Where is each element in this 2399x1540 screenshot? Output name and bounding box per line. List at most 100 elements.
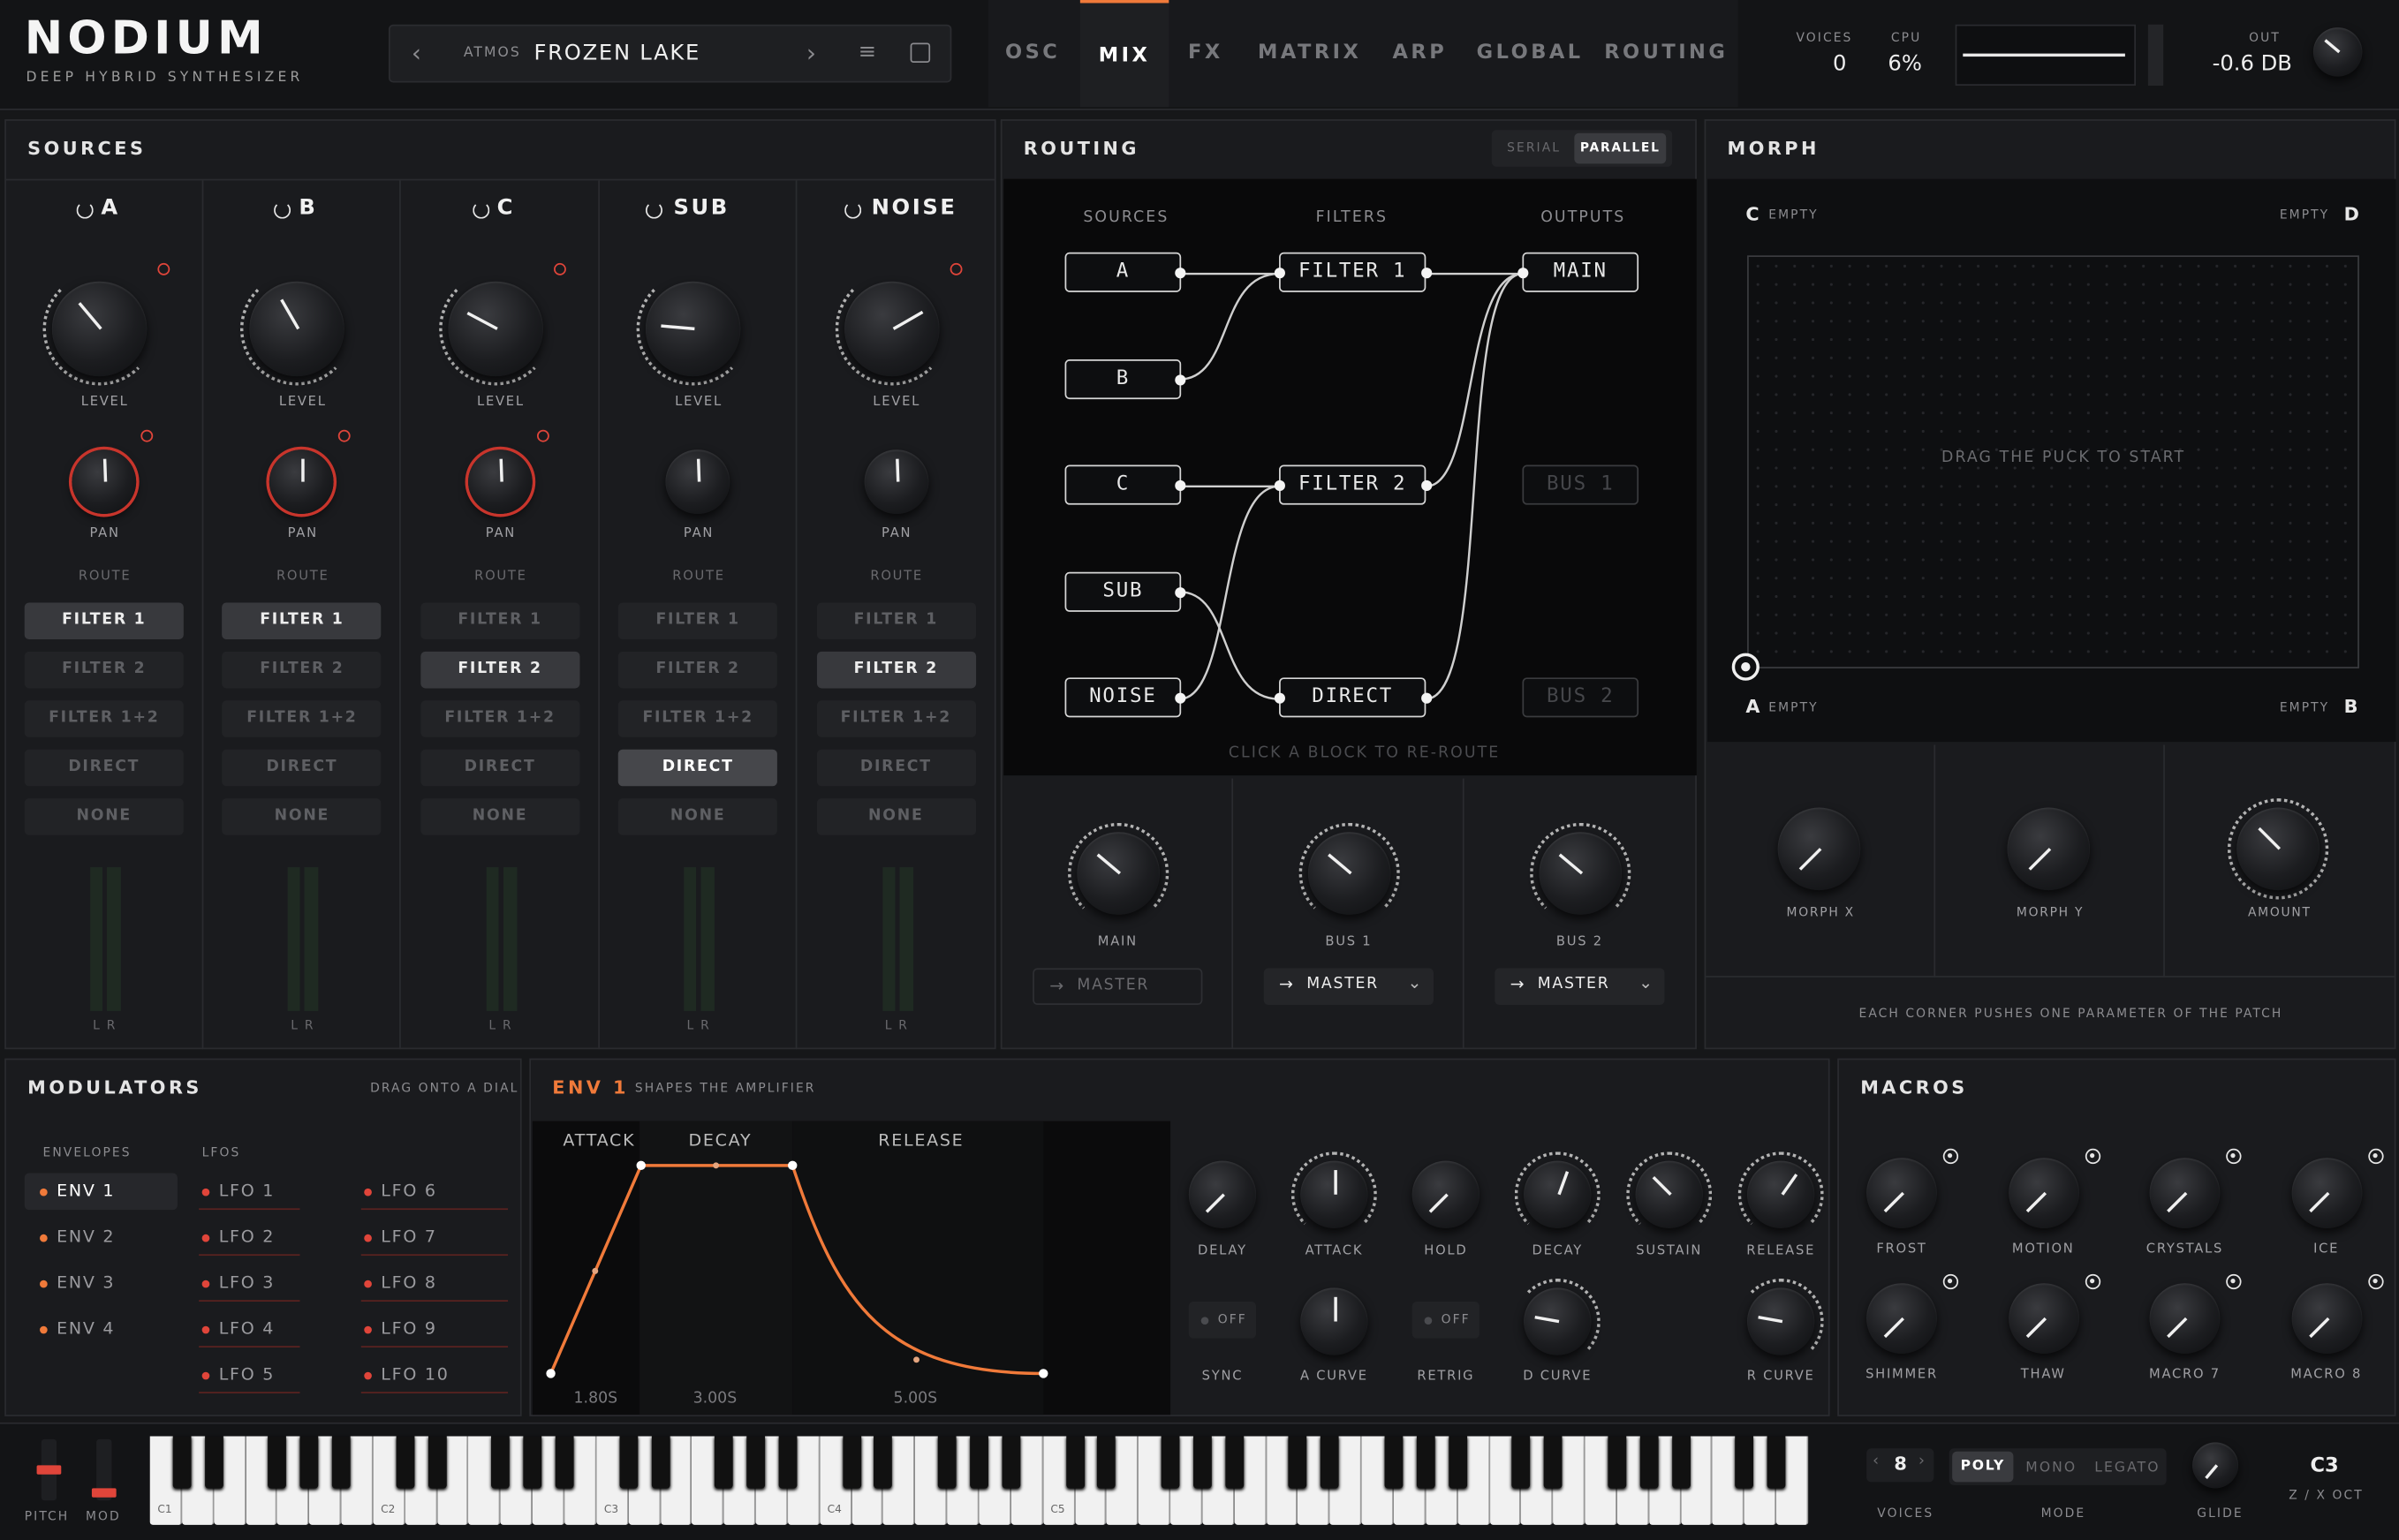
route-filter-1-2-button[interactable]: FILTER 1+2: [24, 700, 184, 737]
modulator-lfo-2[interactable]: LFO 2: [199, 1219, 300, 1257]
tab-arp[interactable]: ARP: [1380, 0, 1459, 107]
mod-target-icon[interactable]: [140, 429, 154, 442]
shimmer-macro-knob[interactable]: [1866, 1283, 1937, 1354]
modulator-lfo-7[interactable]: LFO 7: [360, 1219, 509, 1257]
node-output-bus2[interactable]: BUS 2: [1522, 677, 1639, 718]
black-key[interactable]: [523, 1436, 542, 1489]
tab-fx[interactable]: FX: [1172, 0, 1239, 107]
route-none-button[interactable]: NONE: [222, 798, 382, 835]
power-icon[interactable]: [274, 201, 291, 219]
next-preset-icon[interactable]: ›: [806, 38, 816, 67]
node-source-c[interactable]: C: [1064, 464, 1182, 505]
r-curve-knob[interactable]: [1747, 1287, 1815, 1355]
pan-knob[interactable]: [665, 449, 730, 514]
route-none-button[interactable]: NONE: [816, 798, 976, 835]
black-key[interactable]: [938, 1436, 957, 1489]
level-knob[interactable]: [250, 281, 345, 377]
morph-x-knob[interactable]: [1777, 807, 1861, 891]
morph-xy-pad[interactable]: DRAG THE PUCK TO START: [1747, 255, 2359, 668]
send-destination-dropdown[interactable]: MASTER →: [1033, 968, 1203, 1005]
modulator-env-2[interactable]: ENV 2: [25, 1219, 178, 1256]
mod-target-icon[interactable]: [2367, 1273, 2383, 1290]
voices-increment-icon[interactable]: ›: [1918, 1453, 1925, 1469]
modulator-env-4[interactable]: ENV 4: [25, 1310, 178, 1348]
level-knob[interactable]: [51, 281, 148, 377]
modulator-lfo-10[interactable]: LFO 10: [360, 1356, 509, 1393]
black-key[interactable]: [555, 1436, 574, 1489]
macro-8-macro-knob[interactable]: [2290, 1283, 2362, 1354]
route-none-button[interactable]: NONE: [420, 798, 580, 835]
black-key[interactable]: [1384, 1436, 1404, 1489]
power-icon[interactable]: [472, 201, 489, 219]
black-key[interactable]: [1065, 1436, 1085, 1489]
tab-osc[interactable]: OSC: [988, 0, 1077, 107]
pan-knob[interactable]: [863, 449, 928, 514]
black-key[interactable]: [1416, 1436, 1435, 1489]
send-destination-dropdown[interactable]: MASTER → ⌄: [1495, 968, 1665, 1005]
mod-target-icon[interactable]: [157, 262, 170, 276]
modulator-lfo-1[interactable]: LFO 1: [199, 1174, 300, 1211]
node-source-sub[interactable]: SUB: [1064, 571, 1182, 612]
route-filter-2-button[interactable]: FILTER 2: [618, 651, 778, 689]
black-key[interactable]: [1002, 1436, 1021, 1489]
sustain-knob[interactable]: [1635, 1160, 1703, 1228]
frost-macro-knob[interactable]: [1866, 1158, 1937, 1228]
black-key[interactable]: [331, 1436, 351, 1489]
thaw-macro-knob[interactable]: [2008, 1283, 2079, 1354]
piano-keyboard[interactable]: C1 C2 C3 C4 C5: [149, 1436, 1809, 1525]
route-filter-1-button[interactable]: FILTER 1: [618, 602, 778, 640]
pan-knob[interactable]: [72, 449, 137, 514]
node-source-noise[interactable]: NOISE: [1064, 677, 1182, 718]
power-icon[interactable]: [844, 201, 861, 219]
motion-macro-knob[interactable]: [2008, 1158, 2079, 1228]
level-knob[interactable]: [646, 281, 741, 377]
black-key[interactable]: [1289, 1436, 1307, 1489]
route-filter-1-button[interactable]: FILTER 1: [24, 602, 184, 640]
black-key[interactable]: [204, 1436, 223, 1489]
black-key[interactable]: [1097, 1436, 1116, 1489]
black-key[interactable]: [778, 1436, 798, 1489]
black-key[interactable]: [1544, 1436, 1563, 1489]
power-icon[interactable]: [646, 201, 663, 219]
pan-knob[interactable]: [467, 449, 533, 514]
route-none-button[interactable]: NONE: [24, 798, 184, 835]
hold-knob[interactable]: [1411, 1160, 1480, 1228]
black-key[interactable]: [396, 1436, 414, 1489]
route-filter-1-button[interactable]: FILTER 1: [222, 602, 382, 640]
mode-mono-button[interactable]: MONO: [2025, 1461, 2077, 1476]
a-curve-knob[interactable]: [1300, 1287, 1368, 1355]
node-filter-1[interactable]: FILTER 1: [1279, 252, 1427, 292]
tab-mix[interactable]: MIX: [1079, 0, 1169, 108]
route-direct-button[interactable]: DIRECT: [222, 749, 382, 787]
node-direct[interactable]: DIRECT: [1279, 677, 1427, 718]
level-knob[interactable]: [448, 281, 543, 377]
d-curve-knob[interactable]: [1524, 1287, 1592, 1355]
black-key[interactable]: [874, 1436, 893, 1489]
route-filter-1-2-button[interactable]: FILTER 1+2: [420, 700, 580, 737]
black-key[interactable]: [299, 1436, 319, 1489]
output-volume-knob[interactable]: [2312, 27, 2363, 77]
tab-routing[interactable]: ROUTING: [1597, 0, 1735, 107]
black-key[interactable]: [1511, 1436, 1531, 1489]
black-key[interactable]: [491, 1436, 511, 1489]
amount-knob[interactable]: [2236, 807, 2320, 891]
mode-legato-button[interactable]: LEGATO: [2094, 1461, 2160, 1476]
mod-target-icon[interactable]: [2084, 1273, 2100, 1290]
black-key[interactable]: [172, 1436, 192, 1489]
preset-name[interactable]: FROZEN LAKE: [534, 42, 701, 66]
black-key[interactable]: [651, 1436, 670, 1489]
black-key[interactable]: [1767, 1436, 1786, 1489]
black-key[interactable]: [1192, 1436, 1212, 1489]
black-key[interactable]: [1735, 1436, 1754, 1489]
delay-knob[interactable]: [1188, 1160, 1257, 1228]
modulator-lfo-6[interactable]: LFO 6: [360, 1174, 509, 1211]
mod-target-icon[interactable]: [2084, 1148, 2100, 1165]
envelope-graph[interactable]: ATTACK DECAY RELEASE 1.80S 3.00S 5.00S: [532, 1121, 1171, 1415]
decay-knob[interactable]: [1524, 1160, 1592, 1228]
ice-macro-knob[interactable]: [2290, 1158, 2362, 1228]
route-direct-button[interactable]: DIRECT: [816, 749, 976, 787]
route-filter-2-button[interactable]: FILTER 2: [816, 651, 976, 689]
pitch-wheel[interactable]: [36, 1438, 62, 1501]
node-source-b[interactable]: B: [1064, 359, 1182, 400]
black-key[interactable]: [1225, 1436, 1244, 1489]
